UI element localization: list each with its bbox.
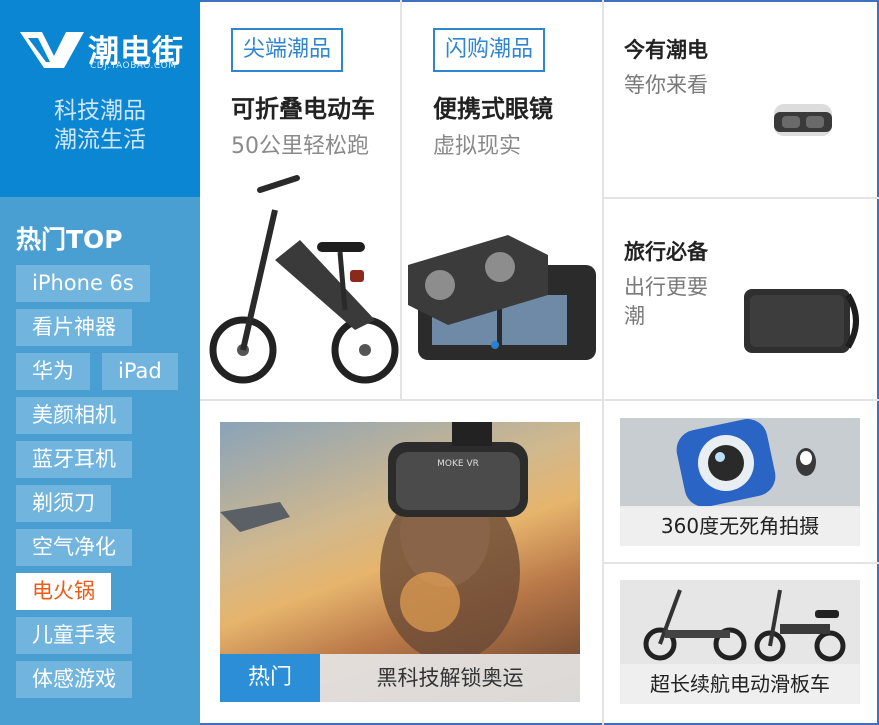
banner-caption-bar: 热门 黑科技解锁奥运 bbox=[220, 654, 580, 702]
divider-v2 bbox=[602, 0, 604, 725]
banner-caption: 黑科技解锁奥运 bbox=[376, 666, 524, 690]
sidebar: 潮电街 CDJ.TAOBAO.COM 科技潮品 潮流生活 热门TOP iPhon… bbox=[0, 0, 200, 725]
banner-art: MOKE VR bbox=[220, 422, 528, 654]
tagline-line-1: 科技潮品 bbox=[54, 98, 146, 124]
logo-subtext: CDJ.TAOBAO.COM bbox=[90, 61, 177, 71]
tagline-line-2: 潮流生活 bbox=[54, 127, 146, 153]
badge-jianduan: 尖端潮品 bbox=[231, 28, 344, 72]
travel-subtitle: 出行更要 潮 bbox=[624, 273, 708, 331]
ebike-image bbox=[209, 175, 399, 384]
ebike-title: 可折叠电动车 bbox=[231, 95, 375, 123]
brand-tagline: 科技潮品 潮流生活 bbox=[0, 97, 200, 155]
today-subtitle: 等你来看 bbox=[624, 73, 708, 97]
tag-kids-watch[interactable]: 儿童手表 bbox=[16, 617, 132, 654]
promo-banner[interactable]: MOKE VR 热门 黑科技解锁奥运 bbox=[220, 422, 580, 702]
tag-shaver[interactable]: 剃须刀 bbox=[16, 485, 111, 522]
travel-subtitle-line-2: 潮 bbox=[624, 304, 645, 328]
scooter-caption: 超长续航电动滑板车 bbox=[620, 664, 860, 704]
tag-iphone-6s[interactable]: iPhone 6s bbox=[16, 265, 150, 302]
banner-hot-label[interactable]: 热门 bbox=[220, 654, 320, 702]
travel-title: 旅行必备 bbox=[624, 240, 708, 264]
scooter-image bbox=[620, 580, 860, 668]
today-title: 今有潮电 bbox=[624, 38, 708, 62]
divider-h1 bbox=[200, 399, 879, 401]
product-thumb-360-camera[interactable]: 360度无死角拍摄 bbox=[620, 418, 860, 546]
product-thumb-scooter[interactable]: 超长续航电动滑板车 bbox=[620, 580, 860, 704]
vr-title: 便携式眼镜 bbox=[433, 95, 553, 123]
divider-h3 bbox=[602, 562, 879, 564]
tag-bluetooth-earphone[interactable]: 蓝牙耳机 bbox=[16, 441, 132, 478]
vr-subtitle: 虚拟现实 bbox=[433, 134, 522, 159]
tag-beauty-camera[interactable]: 美颜相机 bbox=[16, 397, 132, 434]
tag-motion-game[interactable]: 体感游戏 bbox=[16, 661, 132, 698]
tag-huawei[interactable]: 华为 bbox=[16, 353, 90, 390]
camera-image bbox=[620, 418, 860, 508]
camera-caption: 360度无死角拍摄 bbox=[620, 506, 860, 546]
tag-hotpot-active[interactable]: 电火锅 bbox=[16, 573, 111, 610]
tag-kanpian[interactable]: 看片神器 bbox=[16, 309, 132, 346]
headset-label: MOKE VR bbox=[437, 459, 479, 469]
logo-icon bbox=[20, 32, 84, 68]
tag-ipad[interactable]: iPad bbox=[102, 353, 178, 390]
travel-subtitle-line-1: 出行更要 bbox=[624, 275, 708, 299]
brand-panel: 潮电街 CDJ.TAOBAO.COM 科技潮品 潮流生活 bbox=[0, 0, 200, 197]
badge-shangou: 闪购潮品 bbox=[433, 28, 546, 72]
ebike-subtitle: 50公里轻松跑 bbox=[231, 134, 369, 159]
tag-air-purifier[interactable]: 空气净化 bbox=[16, 529, 132, 566]
divider-v1 bbox=[400, 0, 402, 400]
travel-speaker-image bbox=[744, 289, 859, 353]
vr-headset-thumb bbox=[774, 104, 832, 136]
vr-glasses-image bbox=[408, 235, 596, 360]
hot-top-heading: 热门TOP bbox=[16, 225, 123, 254]
divider-h2 bbox=[602, 197, 879, 199]
